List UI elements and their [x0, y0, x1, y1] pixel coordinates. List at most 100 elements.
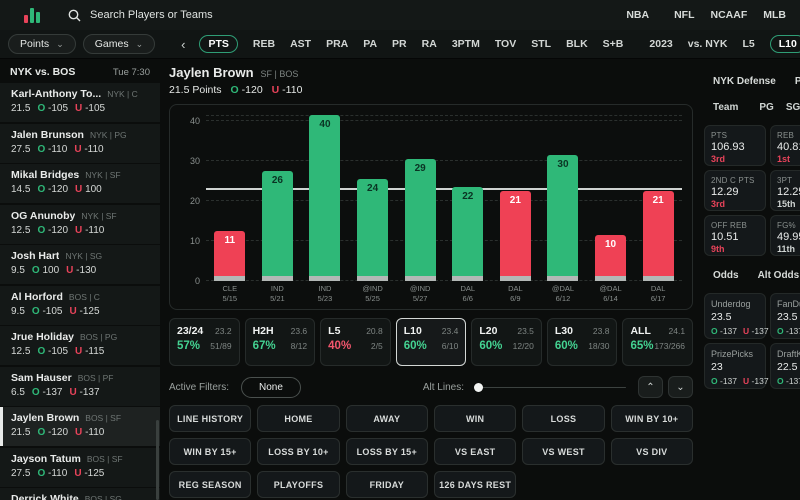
stat-chip-blk[interactable]: BLK: [566, 38, 588, 50]
filter-button-win-by-15[interactable]: WIN BY 15+: [169, 438, 252, 465]
filter-button-loss-by-10[interactable]: LOSS BY 10+: [257, 438, 340, 465]
chart-bar-4[interactable]: 29: [404, 159, 436, 281]
split-average: 23.4: [441, 326, 459, 336]
filter-button-loss-by-15[interactable]: LOSS BY 15+: [345, 438, 428, 465]
stat-chip-reb[interactable]: REB: [253, 38, 275, 50]
player-list-item-sam-hauser[interactable]: Sam Hauser BOS | PF 6.5 O -137 U -137: [0, 366, 160, 406]
filter-button-away[interactable]: AWAY: [345, 405, 428, 432]
search-bar[interactable]: Search Players or Teams: [68, 9, 213, 22]
chart-bar-6[interactable]: 21: [499, 191, 531, 281]
filter-button-loss[interactable]: LOSS: [522, 405, 605, 432]
player-name: Al Horford: [11, 290, 63, 303]
filter-button-vs-div[interactable]: VS DIV: [610, 438, 693, 465]
chart-bar-5[interactable]: 22: [452, 187, 484, 281]
league-tab-nba[interactable]: NBA: [617, 7, 658, 23]
filter-button-win-by-10[interactable]: WIN BY 10+: [610, 405, 693, 432]
stat-chip-s-b[interactable]: S+B: [603, 38, 624, 50]
filter-button-vs-west[interactable]: VS WEST: [522, 438, 605, 465]
range-chip-vs-nyk[interactable]: vs. NYK: [688, 38, 728, 50]
split-card-l20[interactable]: L20 23.5 60% 12/20: [471, 318, 542, 366]
book-card-underdog[interactable]: Underdog 23.5 O -137 U -137: [704, 293, 769, 339]
player-list-item-jayson-tatum[interactable]: Jayson Tatum BOS | SF 27.5 O -110 U -125: [0, 447, 160, 487]
chart-bar-7[interactable]: 30: [547, 155, 579, 281]
stat-chip-pts[interactable]: PTS: [199, 35, 238, 53]
line-up-button[interactable]: ⌃: [638, 376, 663, 398]
defense-tab-nyk-defense[interactable]: NYK Defense: [704, 74, 785, 89]
book-card-prizepicks[interactable]: PrizePicks 23 O -137 U -137: [704, 343, 769, 389]
filter-button-126-days-rest[interactable]: 126 DAYS REST: [434, 471, 517, 498]
player-list-item-mikal-bridges[interactable]: Mikal Bridges NYK | SF 14.5 O -120 U 100: [0, 164, 160, 203]
active-filters-label: Active Filters:: [169, 381, 230, 393]
chart-bar-2[interactable]: 40: [309, 115, 341, 281]
chips-scroll-left-icon[interactable]: ‹: [181, 37, 185, 52]
filter-button-reg-season[interactable]: REG SEASON: [169, 471, 252, 498]
book-card-draftkings[interactable]: DraftKings22.5O -137U -137: [770, 343, 800, 389]
y-tick-label: 10: [189, 236, 200, 246]
active-filters-none-button[interactable]: None: [241, 376, 301, 398]
odds-tab-odds-0[interactable]: Odds: [704, 268, 748, 283]
range-chip-l10[interactable]: L10: [769, 35, 800, 53]
slider-knob[interactable]: [474, 382, 483, 392]
split-card-23-24[interactable]: 23/24 23.2 57% 51/89: [169, 318, 240, 366]
stat-value: 12.29: [711, 186, 739, 198]
player-list-item-al-horford[interactable]: Al Horford BOS | C 9.5 O -105 U -125: [0, 285, 160, 325]
player-list-item-josh-hart[interactable]: Josh Hart NYK | SG 9.5 O 100 U -130: [0, 245, 160, 284]
odds-tab-alt-odds-1[interactable]: Alt Odds: [758, 270, 800, 281]
line-down-button[interactable]: ⌄: [668, 376, 693, 398]
player-name: Josh Hart: [11, 250, 60, 262]
league-tab-mlb[interactable]: MLB: [763, 9, 786, 21]
filter-button-line-history[interactable]: LINE HISTORY: [169, 405, 252, 432]
defense-tab-projections[interactable]: Projections: [795, 76, 800, 87]
player-list-item-derrick-white[interactable]: Derrick WhiteBOS | SG12.5O -110U -110: [0, 488, 160, 500]
position-tab-team[interactable]: Team: [704, 100, 747, 115]
bar-value-label: 40: [319, 119, 331, 130]
player-line: 9.5: [11, 265, 25, 276]
stat-chip-3ptm[interactable]: 3PTM: [452, 38, 480, 50]
stat-chip-tov[interactable]: TOV: [495, 38, 516, 50]
book-card-fanduel[interactable]: FanDuel23.5O -137U -137: [770, 293, 800, 339]
player-list-item-jaylen-brown[interactable]: Jaylen Brown BOS | SF 21.5 O -120 U -110: [0, 407, 160, 446]
league-tab-nfl[interactable]: NFL: [674, 9, 694, 21]
player-list-item-jrue-holiday[interactable]: Jrue Holiday BOS | PG 12.5 O -105 U -115: [0, 326, 160, 365]
split-record: 51/89: [210, 341, 232, 351]
filter-button-win[interactable]: WIN: [434, 405, 517, 432]
player-list-item-jalen-brunson[interactable]: Jalen Brunson NYK | PG 27.5 O -110 U -110: [0, 123, 160, 163]
filter-button-playoffs[interactable]: PLAYOFFS: [257, 471, 340, 498]
games-dropdown[interactable]: Games ⌄: [82, 34, 156, 54]
search-input[interactable]: Search Players or Teams: [90, 9, 213, 21]
range-chip-2023[interactable]: 2023: [649, 38, 672, 50]
split-card-h2h[interactable]: H2H 23.6 67% 8/12: [244, 318, 316, 366]
league-tab-ncaaf[interactable]: NCAAF: [711, 9, 748, 21]
alt-lines-slider[interactable]: [474, 382, 626, 392]
filter-button-home[interactable]: HOME: [257, 405, 340, 432]
chart-bar-0[interactable]: 11: [214, 231, 246, 281]
filter-button-vs-east[interactable]: VS EAST: [434, 438, 517, 465]
player-list-item-og-anunoby[interactable]: OG Anunoby NYK | SF 12.5 O -120 U -110: [0, 204, 160, 244]
sidebar-scrollbar[interactable]: [156, 420, 159, 500]
stat-dropdown[interactable]: Points ⌄: [8, 34, 76, 54]
split-card-l30[interactable]: L30 23.8 60% 18/30: [546, 318, 618, 366]
stat-chip-ast[interactable]: AST: [290, 38, 311, 50]
player-list-item-karl-anthony-to[interactable]: Karl-Anthony To... NYK | C 21.5 O -105 U -10…: [0, 83, 160, 122]
position-tab-pg[interactable]: PG: [759, 102, 773, 113]
chart-bar-9[interactable]: 21: [642, 191, 674, 281]
chart-bar-8[interactable]: 10: [595, 235, 627, 281]
chart-bar-1[interactable]: 26: [261, 171, 293, 281]
stat-chip-stl[interactable]: STL: [531, 38, 551, 50]
stat-chip-pa[interactable]: PA: [363, 38, 377, 50]
app-logo-icon[interactable]: [24, 7, 40, 23]
chart-bar-3[interactable]: 24: [357, 179, 389, 281]
stat-chip-pr[interactable]: PR: [392, 38, 407, 50]
stat-chip-pra[interactable]: PRA: [326, 38, 348, 50]
stat-chip-ra[interactable]: RA: [422, 38, 437, 50]
player-name: Jayson Tatum: [11, 452, 81, 465]
player-line: 12.5: [11, 346, 31, 357]
split-card-l5[interactable]: L5 20.8 40% 2/5: [320, 318, 391, 366]
filter-button-friday[interactable]: FRIDAY: [345, 471, 428, 498]
split-card-l10[interactable]: L10 23.4 60% 6/10: [395, 318, 467, 366]
position-tab-sg[interactable]: SG: [786, 102, 800, 113]
range-chip-l5[interactable]: L5: [742, 38, 754, 50]
split-card-all[interactable]: ALL 24.1 65% 173/266: [622, 318, 694, 366]
bar-base-strip: [261, 276, 293, 281]
split-average: 24.1: [668, 326, 686, 336]
